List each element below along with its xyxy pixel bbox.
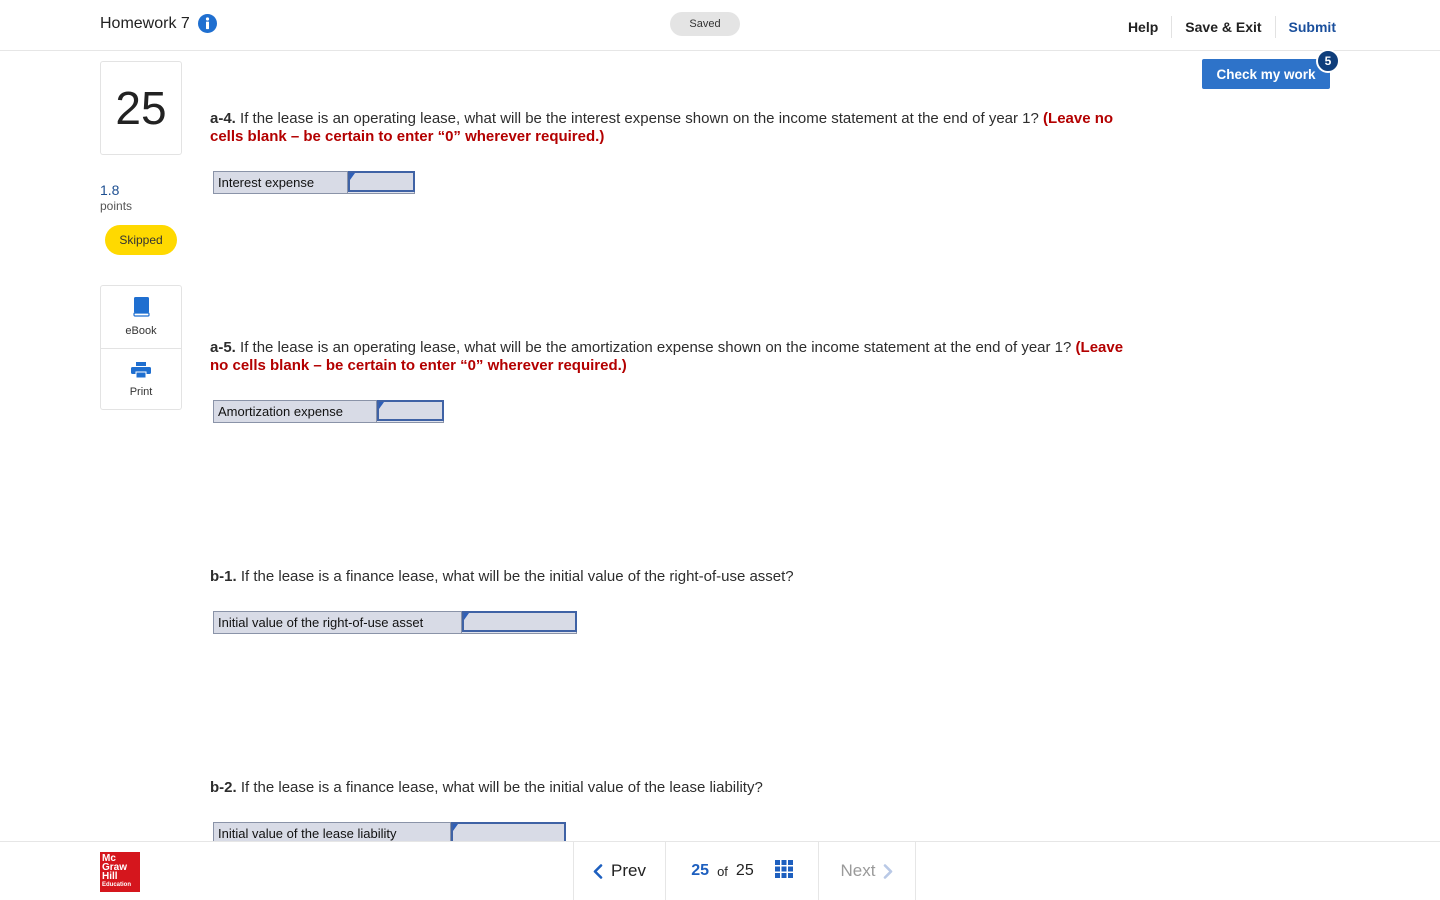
field-label: Amortization expense [214,401,377,422]
assignment-title-text: Homework 7 [100,14,190,32]
ebook-label: eBook [125,325,157,337]
answer-row-interest-expense: Interest expense [213,171,415,194]
top-nav: Help Save & Exit Submit [1115,16,1340,38]
question-label: a-5. [210,339,236,356]
ebook-button[interactable]: eBook [101,286,181,348]
mcgraw-hill-logo: Mc Graw Hill Education [100,852,140,892]
points-label: points [100,199,133,213]
question-b2: b-2. If the lease is a finance lease, wh… [210,779,1140,797]
book-icon [132,297,150,320]
check-my-work-button[interactable]: Check my work [1202,59,1330,89]
answer-row-amortization-expense: Amortization expense [213,400,444,423]
bottom-footer: Mc Graw Hill Education Prev 25 of 25 Nex… [0,841,1440,900]
chevron-left-icon [593,863,603,879]
print-button[interactable]: Print [101,348,181,410]
question-a5: a-5. If the lease is an operating lease,… [210,339,1140,375]
field-label: Interest expense [214,172,348,193]
submit-link[interactable]: Submit [1274,16,1340,38]
total-pages: 25 [735,862,754,879]
assignment-title: Homework 7 [100,14,217,33]
question-a4: a-4. If the lease is an operating lease,… [210,110,1140,146]
prev-label: Prev [611,861,646,880]
question-label: a-4. [210,110,236,127]
question-pager: Prev 25 of 25 Next [573,842,916,900]
question-text: If the lease is an operating lease, what… [235,339,1076,356]
right-of-use-asset-input[interactable] [462,611,577,632]
question-label: b-1. [210,568,237,585]
points-value: 1.8 [100,182,120,198]
amortization-expense-input[interactable] [377,400,444,421]
question-text: If the lease is an operating lease, what… [235,110,1044,127]
info-icon[interactable] [197,14,217,33]
help-link[interactable]: Help [1115,16,1171,38]
print-label: Print [129,385,153,398]
next-label: Next [840,861,876,880]
of-label: of [717,863,728,879]
next-button[interactable]: Next [818,842,916,900]
grid-icon[interactable] [774,859,793,883]
field-label: Initial value of the right-of-use asset [214,612,462,633]
answer-row-right-of-use-asset: Initial value of the right-of-use asset [213,611,577,634]
question-b1: b-1. If the lease is a finance lease, wh… [210,568,1140,586]
interest-expense-input[interactable] [348,171,415,192]
status-badge: Skipped [105,225,177,255]
current-page: 25 [691,862,710,879]
question-text: If the lease is a finance lease, what wi… [236,779,763,796]
top-header: Homework 7 Saved Help Save & Exit Submit [0,0,1440,51]
chevron-right-icon [884,863,893,879]
page-position: 25 of 25 [665,842,818,900]
save-exit-link[interactable]: Save & Exit [1171,16,1274,38]
saved-status: Saved [670,12,740,36]
prev-button[interactable]: Prev [573,842,665,900]
question-label: b-2. [210,779,237,796]
question-tools: eBook Print [100,285,182,410]
lease-liability-input[interactable] [451,822,566,843]
checks-remaining-badge: 5 [1316,49,1340,73]
printer-icon [131,361,151,381]
question-number: 25 [100,61,182,155]
question-text: If the lease is a finance lease, what wi… [236,568,794,585]
